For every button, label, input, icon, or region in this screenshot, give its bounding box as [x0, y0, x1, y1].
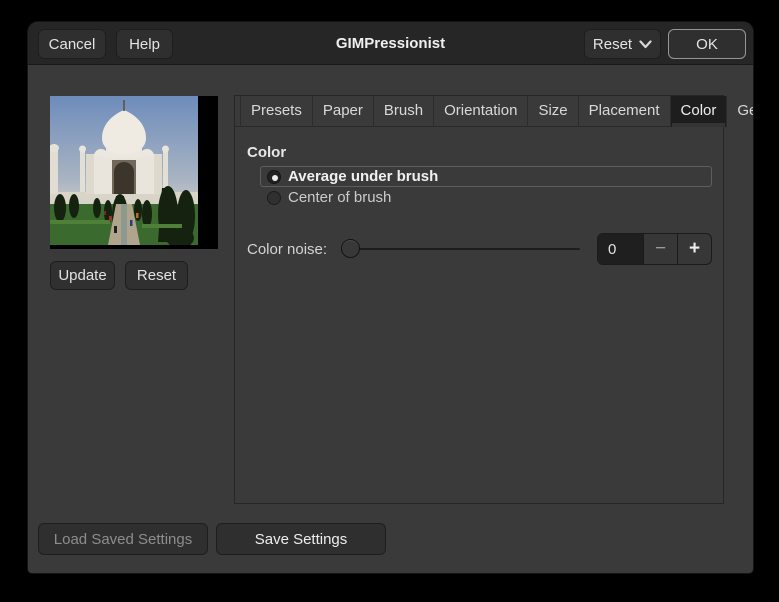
color-tab-panel: Color Average under brush Center of brus… — [235, 127, 723, 265]
tab-bar: Presets Paper Brush Orientation Size Pla… — [235, 96, 753, 127]
tab-presets[interactable]: Presets — [240, 96, 313, 127]
color-source-radio-group: Average under brush Center of brush — [260, 166, 712, 208]
color-noise-label: Color noise: — [247, 240, 328, 258]
tab-color[interactable]: Color — [670, 96, 728, 127]
color-noise-slider[interactable] — [341, 239, 580, 259]
preview-image — [50, 96, 218, 249]
save-settings-button[interactable]: Save Settings — [216, 523, 386, 555]
color-noise-spinbox: − + — [597, 233, 712, 265]
load-saved-settings-button: Load Saved Settings — [38, 523, 208, 555]
radio-on-icon — [267, 169, 281, 184]
radio-center-of-brush[interactable]: Center of brush — [260, 187, 712, 208]
taj-mahal-photo — [50, 96, 198, 245]
color-noise-input[interactable] — [598, 234, 643, 264]
tab-brush[interactable]: Brush — [374, 96, 435, 127]
tab-general[interactable]: General — [727, 96, 753, 127]
radio-center-label: Center of brush — [288, 189, 392, 206]
minus-icon[interactable]: − — [643, 234, 677, 264]
slider-handle[interactable] — [341, 239, 361, 258]
ok-button[interactable]: OK — [668, 29, 746, 59]
preview-reset-button[interactable]: Reset — [125, 261, 188, 290]
tab-orientation[interactable]: Orientation — [434, 96, 529, 127]
plus-icon[interactable]: + — [677, 234, 711, 264]
reset-menu-label: Reset — [592, 35, 633, 53]
tab-size[interactable]: Size — [528, 96, 579, 127]
gimpressionist-dialog: Cancel Help GIMPressionist Reset OK Upda… — [28, 22, 753, 573]
radio-off-icon — [267, 190, 281, 205]
update-button[interactable]: Update — [50, 261, 115, 290]
settings-notebook: Presets Paper Brush Orientation Size Pla… — [234, 95, 753, 504]
color-frame-title: Color — [247, 144, 287, 161]
help-button[interactable]: Help — [116, 29, 173, 59]
reset-menu-button[interactable]: Reset — [584, 29, 661, 59]
cancel-button[interactable]: Cancel — [38, 29, 106, 59]
chevron-down-icon — [639, 39, 652, 49]
radio-average-label: Average under brush — [288, 168, 439, 185]
header-bar: Cancel Help GIMPressionist Reset OK — [28, 22, 753, 65]
tab-placement[interactable]: Placement — [579, 96, 671, 127]
color-noise-row: Color noise: − + — [247, 233, 712, 265]
radio-average-under-brush[interactable]: Average under brush — [260, 166, 712, 187]
slider-track[interactable] — [341, 248, 580, 250]
tab-paper[interactable]: Paper — [313, 96, 374, 127]
